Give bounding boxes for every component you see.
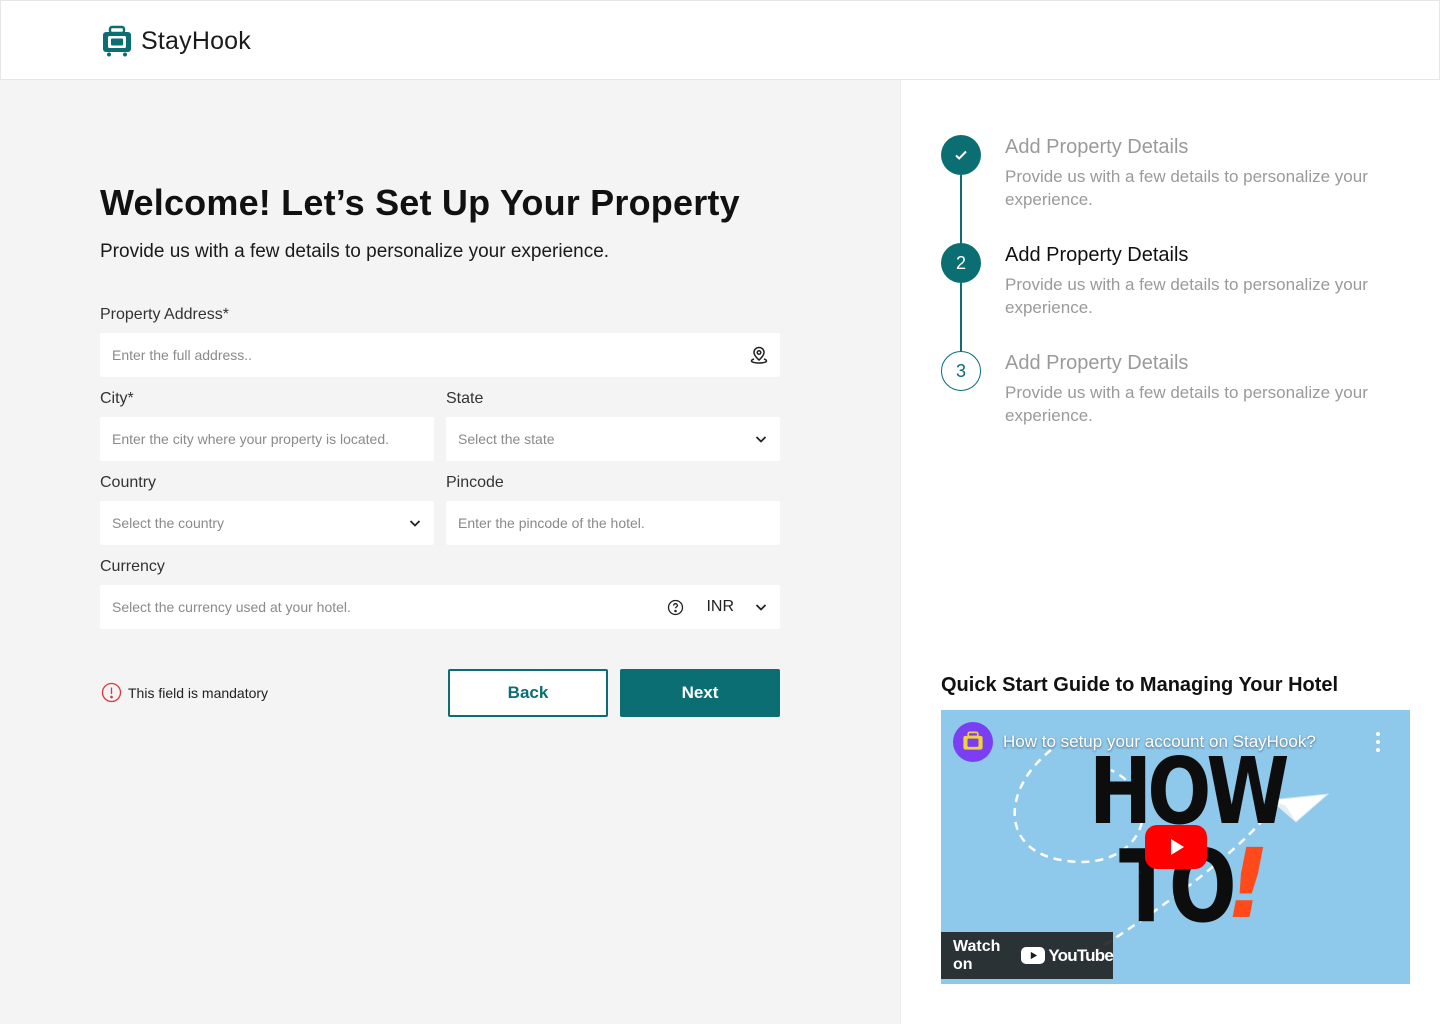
step-2-description: Provide us with a few details to persona… [1005, 275, 1368, 317]
guide-title: Quick Start Guide to Managing Your Hotel [941, 674, 1339, 696]
pincode-placeholder: Enter the pincode of the hotel. [458, 515, 645, 531]
state-select[interactable]: Select the state [446, 417, 780, 461]
step-2-marker: 2 [941, 243, 981, 283]
country-placeholder: Select the country [112, 515, 225, 531]
setup-form-panel: Welcome! Let’s Set Up Your Property Prov… [0, 80, 900, 1024]
youtube-wordmark: YouTube [1048, 945, 1113, 965]
page-title: Welcome! Let’s Set Up Your Property [100, 182, 740, 223]
page-subtitle: Provide us with a few details to persona… [100, 241, 610, 262]
currency-label: Currency [100, 558, 165, 575]
help-circle-icon[interactable] [667, 599, 684, 616]
location-pin-icon[interactable] [750, 346, 768, 364]
pincode-label: Pincode [446, 474, 504, 491]
luggage-icon [963, 731, 983, 750]
play-button[interactable] [1145, 825, 1207, 869]
channel-avatar[interactable] [953, 722, 993, 762]
youtube-play-icon [1021, 947, 1046, 964]
luggage-logo-icon [103, 25, 131, 57]
watch-on-text: Watch on [953, 937, 1001, 973]
chevron-down-icon [754, 432, 768, 446]
mandatory-text: This field is mandatory [128, 684, 269, 701]
chevron-down-icon [754, 600, 768, 614]
step-3-marker: 3 [941, 351, 981, 391]
step-connector [960, 283, 962, 353]
next-button[interactable]: Next [620, 669, 780, 717]
progress-panel: Add Property Details Provide us with a f… [900, 80, 1440, 1024]
step-1-title: Add Property Details [1005, 136, 1189, 158]
video-title[interactable]: How to setup your account on StayHook? [1003, 732, 1316, 752]
city-input[interactable]: Enter the city where your property is lo… [100, 417, 434, 461]
chevron-down-icon [408, 516, 422, 530]
thumbnail-exclamation-text: ! [1226, 828, 1270, 940]
country-select[interactable]: Select the country [100, 501, 434, 545]
currency-code-select[interactable]: INR [706, 598, 768, 616]
step-1-description: Provide us with a few details to persona… [1005, 167, 1368, 209]
step-1-check-icon [941, 135, 981, 175]
step-2-title: Add Property Details [1005, 244, 1189, 266]
top-header: StayHook [0, 0, 1440, 80]
mandatory-note: This field is mandatory [101, 682, 268, 703]
address-input[interactable]: Enter the full address.. [100, 333, 780, 377]
currency-code: INR [706, 598, 734, 615]
country-label: Country [100, 474, 157, 491]
step-3-title: Add Property Details [1005, 352, 1189, 374]
step-3-description: Provide us with a few details to persona… [1005, 383, 1368, 425]
city-label: City* [100, 390, 134, 407]
back-button[interactable]: Back [448, 669, 608, 717]
address-placeholder: Enter the full address.. [112, 347, 253, 363]
state-label: State [446, 390, 484, 407]
watch-on-youtube-button[interactable]: Watch on YouTube [941, 932, 1114, 979]
info-alert-icon [101, 682, 122, 703]
step-connector [960, 175, 962, 245]
pincode-input[interactable]: Enter the pincode of the hotel. [446, 501, 780, 545]
currency-input[interactable]: Select the currency used at your hotel. … [100, 585, 780, 629]
brand-name: StayHook [141, 26, 251, 55]
address-label: Property Address* [100, 306, 229, 323]
video-player[interactable]: HOW TO ! How to setup your account on St… [941, 710, 1410, 984]
more-options-icon[interactable] [1375, 732, 1381, 752]
state-placeholder: Select the state [458, 431, 555, 447]
brand-logo[interactable]: StayHook [101, 25, 251, 57]
play-icon [1171, 839, 1184, 855]
city-placeholder: Enter the city where your property is lo… [112, 431, 390, 447]
youtube-logo: YouTube [1021, 945, 1114, 966]
currency-placeholder: Select the currency used at your hotel. [112, 599, 351, 615]
